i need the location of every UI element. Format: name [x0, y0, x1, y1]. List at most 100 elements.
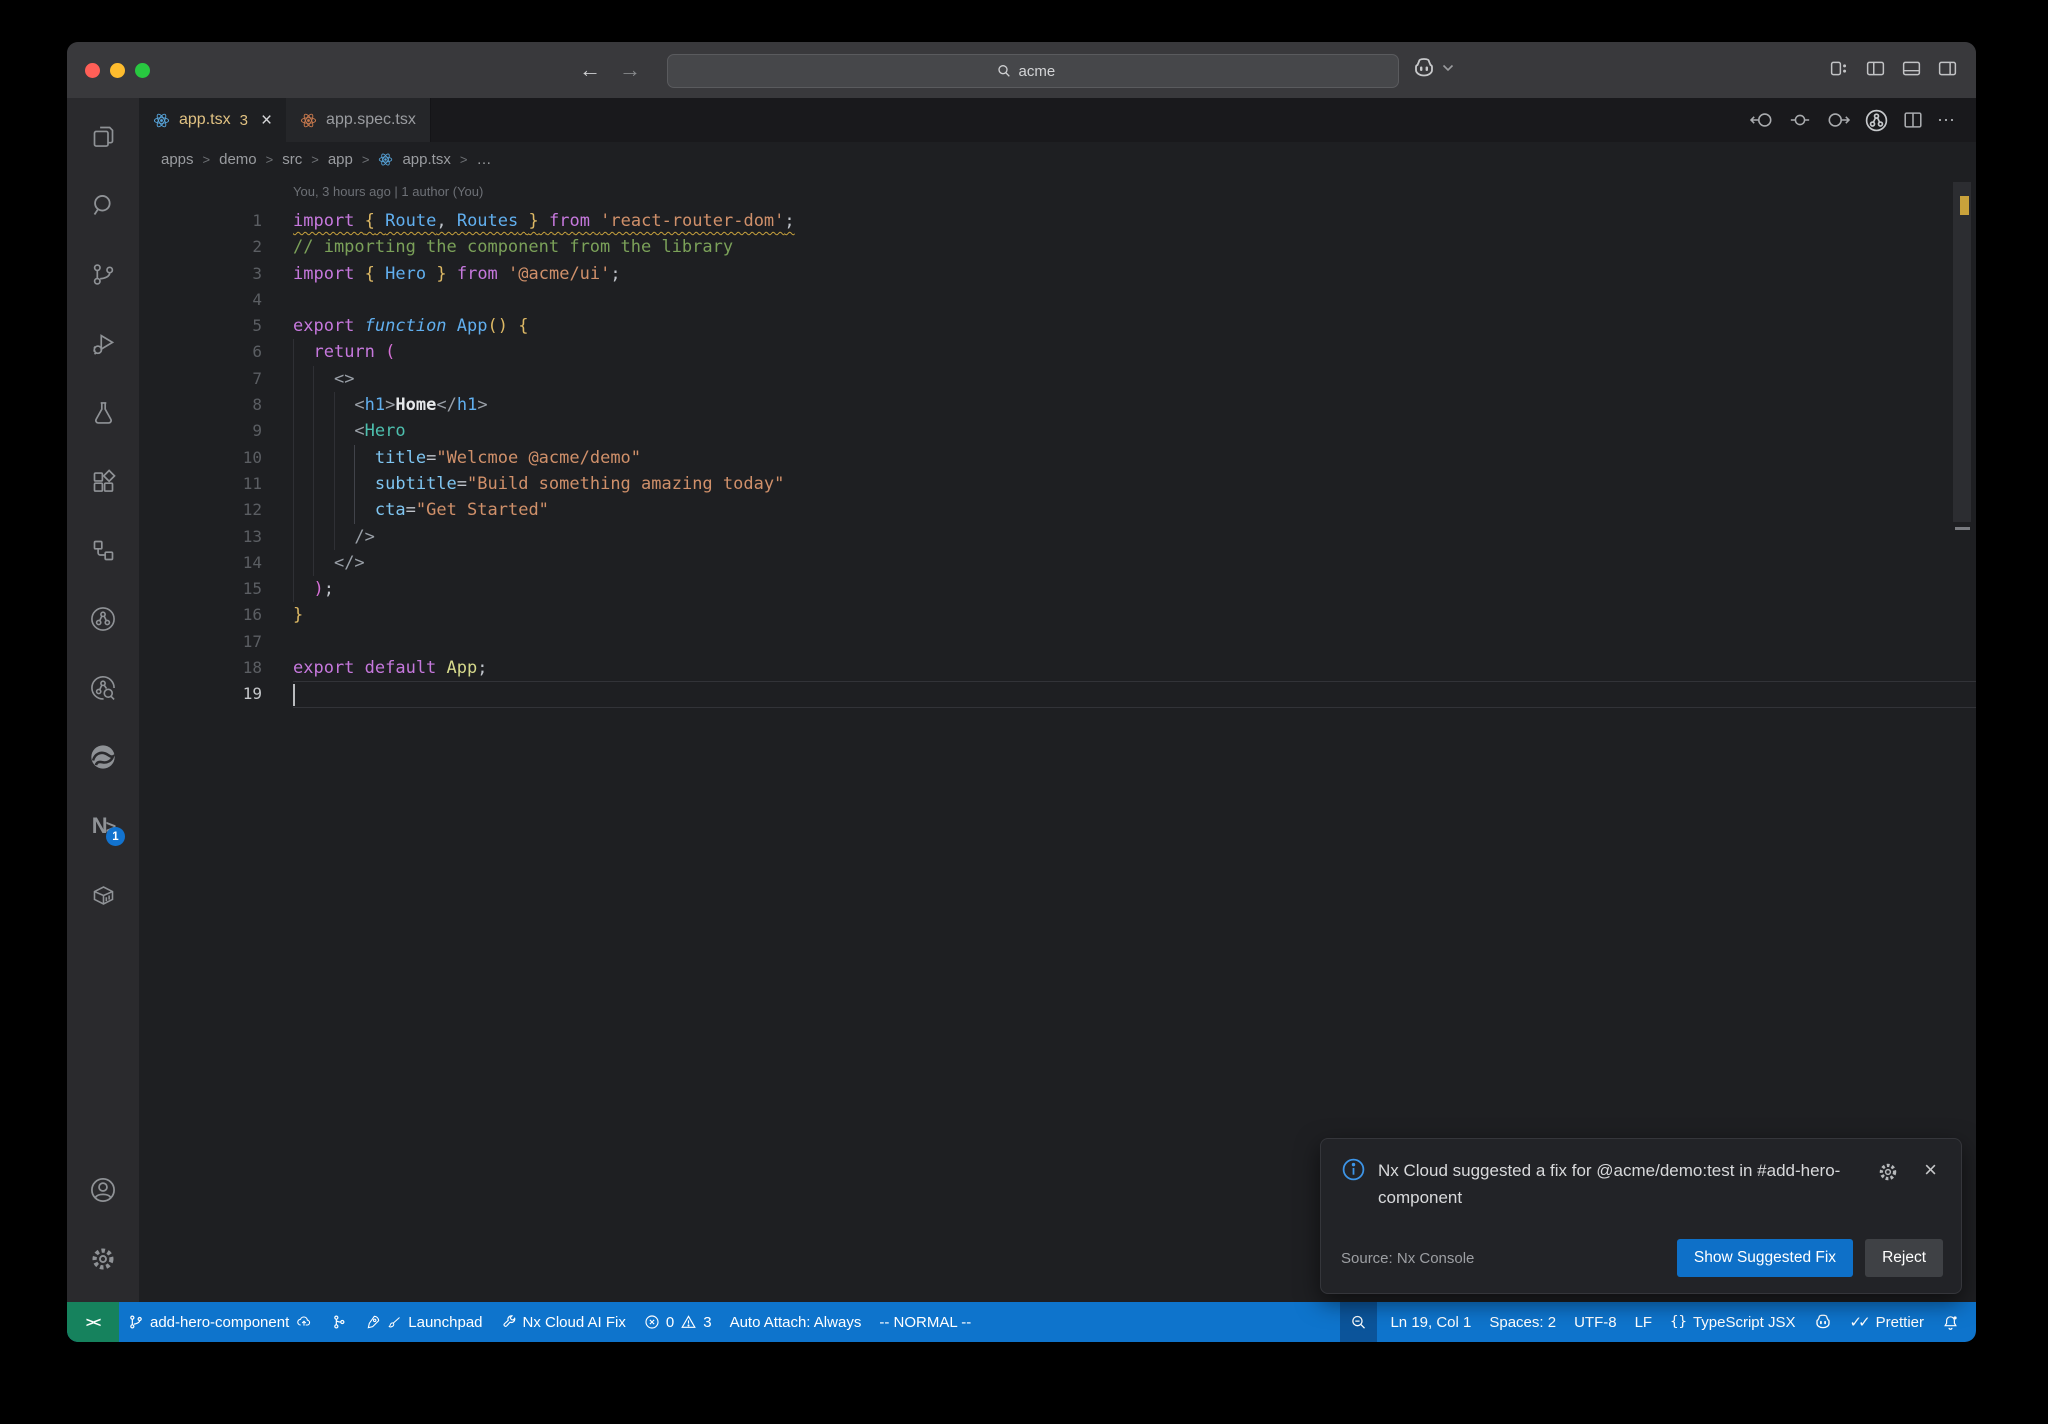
code-content[interactable]: }: [293, 602, 1976, 628]
code-line-12[interactable]: 12 cta="Get Started": [139, 497, 1976, 524]
explorer-icon[interactable]: [79, 110, 127, 162]
search-icon[interactable]: [79, 179, 127, 231]
code-line-1[interactable]: 1 import { Route, Routes } from 'react-ro…: [139, 208, 1976, 234]
git-branch-item[interactable]: add-hero-component: [119, 1302, 322, 1342]
split-editor-icon[interactable]: [1902, 109, 1924, 131]
code-content[interactable]: export function App() {: [293, 313, 1976, 339]
code-line-18[interactable]: 18 export default App;: [139, 655, 1976, 681]
encoding-item[interactable]: UTF-8: [1565, 1302, 1626, 1342]
zoom-out-item[interactable]: [1340, 1302, 1378, 1342]
close-window-button[interactable]: [85, 63, 100, 78]
line-number[interactable]: 15: [139, 576, 293, 602]
code-line-9[interactable]: 9 <Hero: [139, 418, 1976, 445]
settings-gear-icon[interactable]: [79, 1233, 127, 1285]
toggle-primary-sidebar-icon[interactable]: [1865, 58, 1886, 79]
show-suggested-fix-button[interactable]: Show Suggested Fix: [1676, 1239, 1854, 1277]
code-line-19[interactable]: 19: [139, 681, 1976, 708]
code-content[interactable]: subtitle="Build something amazing today": [293, 470, 1976, 498]
code-content[interactable]: cta="Get Started": [293, 497, 1976, 524]
maximize-window-button[interactable]: [135, 63, 150, 78]
code-line-7[interactable]: 7 <>: [139, 365, 1976, 393]
minimize-window-button[interactable]: [110, 63, 125, 78]
language-mode-item[interactable]: {} TypeScript JSX: [1661, 1302, 1804, 1342]
line-number[interactable]: 13: [139, 524, 293, 550]
code-content[interactable]: import { Hero } from '@acme/ui';: [293, 261, 1976, 287]
code-line-5[interactable]: 5 export function App() {: [139, 313, 1976, 339]
code-content[interactable]: </>: [293, 549, 1976, 577]
code-content[interactable]: export default App;: [293, 655, 1976, 681]
line-number[interactable]: 2: [139, 234, 293, 260]
line-number[interactable]: 17: [139, 629, 293, 655]
search-input[interactable]: [1018, 62, 1071, 80]
extensions-icon[interactable]: [79, 455, 127, 507]
line-number[interactable]: 1: [139, 208, 293, 234]
tab-app-tsx[interactable]: app.tsx 3 ×: [139, 98, 287, 142]
edge-browser-icon[interactable]: [79, 731, 127, 783]
customize-layout-icon[interactable]: [1829, 58, 1850, 79]
line-number[interactable]: 4: [139, 287, 293, 313]
code-content[interactable]: import { Route, Routes } from 'react-rou…: [293, 208, 1976, 234]
nx-graph-circle-icon[interactable]: [1864, 108, 1889, 133]
code-content[interactable]: [293, 629, 1976, 655]
remote-explorer-icon[interactable]: [79, 524, 127, 576]
line-number[interactable]: 5: [139, 313, 293, 339]
remote-indicator[interactable]: ><: [67, 1302, 119, 1342]
code-content[interactable]: // importing the component from the libr…: [293, 234, 1976, 260]
code-line-3[interactable]: 3 import { Hero } from '@acme/ui';: [139, 261, 1976, 287]
indentation-item[interactable]: Spaces: 2: [1480, 1302, 1565, 1342]
problems-item[interactable]: 0 3: [635, 1302, 721, 1342]
auto-attach-item[interactable]: Auto Attach: Always: [721, 1302, 871, 1342]
history-back-button[interactable]: ←: [579, 57, 601, 83]
toggle-secondary-sidebar-icon[interactable]: [1937, 58, 1958, 79]
line-number[interactable]: 3: [139, 261, 293, 287]
code-line-8[interactable]: 8 <h1>Home</h1>: [139, 392, 1976, 419]
notification-settings-gear-icon[interactable]: [1877, 1161, 1899, 1183]
nx-cloud-fix-item[interactable]: Nx Cloud AI Fix: [492, 1302, 635, 1342]
breadcrumb-item[interactable]: src: [282, 151, 302, 168]
containers-icon[interactable]: [79, 869, 127, 921]
project-graph-icon[interactable]: [79, 593, 127, 645]
line-number[interactable]: 8: [139, 392, 293, 418]
notifications-bell-item[interactable]: [1933, 1302, 1968, 1342]
close-tab-icon[interactable]: ×: [261, 111, 272, 130]
line-number[interactable]: 9: [139, 418, 293, 444]
code-line-13[interactable]: 13 />: [139, 523, 1976, 550]
breadcrumb-symbol-ellipsis[interactable]: …: [476, 151, 491, 168]
scrollbar-thumb[interactable]: [1953, 182, 1971, 522]
cursor-position-item[interactable]: Ln 19, Col 1: [1381, 1302, 1480, 1342]
line-number[interactable]: 16: [139, 602, 293, 628]
code-content[interactable]: title="Welcmoe @acme/demo": [293, 444, 1976, 471]
code-line-2[interactable]: 2// importing the component from the lib…: [139, 234, 1976, 260]
code-line-10[interactable]: 10 title="Welcmoe @acme/demo": [139, 444, 1976, 471]
command-center-search[interactable]: [667, 54, 1399, 88]
breadcrumb-file[interactable]: app.tsx: [402, 151, 450, 168]
line-number[interactable]: 11: [139, 471, 293, 497]
nav-back-circle-icon[interactable]: [1749, 109, 1775, 131]
history-forward-button[interactable]: →: [619, 57, 641, 83]
prettier-item[interactable]: ✓✓ Prettier: [1841, 1302, 1934, 1342]
line-number[interactable]: 12: [139, 497, 293, 523]
copilot-status-item[interactable]: [1805, 1302, 1841, 1342]
code-line-16[interactable]: 16}: [139, 602, 1976, 628]
accounts-icon[interactable]: [79, 1164, 127, 1216]
line-number[interactable]: 14: [139, 550, 293, 576]
editor-scrollbar[interactable]: [1953, 182, 1971, 1282]
line-number[interactable]: 6: [139, 339, 293, 365]
line-number[interactable]: 10: [139, 445, 293, 471]
source-control-icon[interactable]: [79, 248, 127, 300]
reject-button[interactable]: Reject: [1865, 1239, 1943, 1277]
code-content[interactable]: <>: [293, 365, 1976, 393]
toggle-panel-icon[interactable]: [1901, 58, 1922, 79]
nav-position-circle-icon[interactable]: [1788, 109, 1812, 131]
breadcrumb-item[interactable]: app: [328, 151, 353, 168]
nav-forward-circle-icon[interactable]: [1825, 109, 1851, 131]
eol-item[interactable]: LF: [1626, 1302, 1662, 1342]
code-content[interactable]: <Hero: [293, 418, 1976, 445]
code-line-15[interactable]: 15 );: [139, 576, 1976, 603]
code-line-14[interactable]: 14 </>: [139, 549, 1976, 577]
code-content[interactable]: />: [293, 523, 1976, 550]
run-debug-icon[interactable]: [79, 317, 127, 369]
code-content[interactable]: <h1>Home</h1>: [293, 392, 1976, 419]
code-content[interactable]: );: [293, 576, 1976, 603]
code-content[interactable]: [293, 287, 1976, 313]
